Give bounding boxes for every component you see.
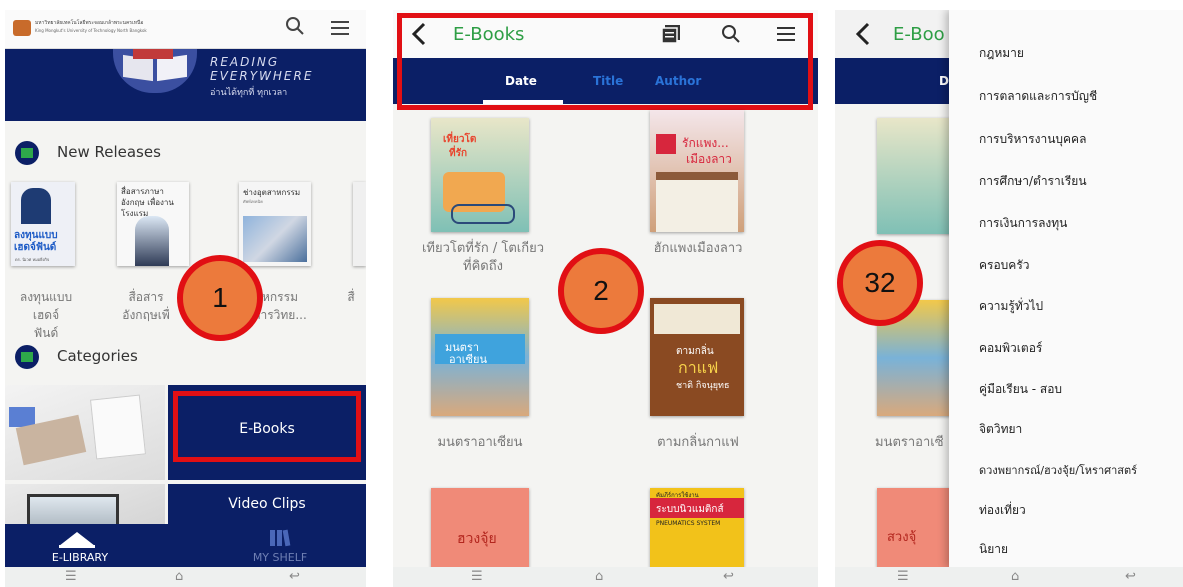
menu-item-hr[interactable]: การบริหารงานบุคคล — [979, 130, 1086, 149]
screen-home: มหาวิทยาลัยเทคโนโลยีพระจอมเกล้าพระนครเหน… — [5, 10, 366, 587]
home-icon[interactable]: ⌂ — [1011, 569, 1019, 584]
logo-text: มหาวิทยาลัยเทคโนโลยีพระจอมเกล้าพระนครเหน… — [35, 20, 144, 26]
highlight-header-tabs — [397, 13, 813, 110]
menu-item-travel[interactable]: ท่องเที่ยว — [979, 501, 1026, 520]
step-marker-1: 1 — [177, 255, 263, 341]
banner-line3: อ่านได้ทุกที่ ทุกเวลา — [210, 88, 288, 98]
book-cover-hedgefund[interactable]: ลงทุนแบบ เฮดจ์ฟันด์ ดร. นิเวศ หมอยิ่งกิจ — [11, 182, 75, 266]
banner-line1: READING — [210, 55, 280, 69]
tab-elibrary[interactable]: E-LIBRARY — [25, 524, 135, 568]
header-title-partial: E-Boo — [893, 24, 945, 45]
category-drawer: กฎหมาย การตลาดและการบัญชี การบริหารงานบุ… — [949, 10, 1183, 568]
home-icon[interactable]: ⌂ — [175, 569, 183, 584]
home-icon[interactable]: ⌂ — [595, 569, 603, 584]
menu-item-exam[interactable]: คู่มือเรียน - สอบ — [979, 380, 1062, 399]
back-icon[interactable]: ↩ — [289, 569, 300, 584]
bottom-tab-bar: E-LIBRARY MY SHELF — [5, 524, 366, 568]
recent-apps-icon[interactable]: ☰ — [897, 569, 909, 584]
recent-apps-icon[interactable]: ☰ — [65, 569, 77, 584]
menu-item-computer[interactable]: คอมพิวเตอร์ — [979, 339, 1042, 358]
university-logo — [13, 20, 31, 36]
book-title-2[interactable]: สื่อสาร อังกฤษเพื่ — [111, 288, 181, 324]
menu-item-family[interactable]: ครอบครัว — [979, 256, 1030, 275]
hamburger-menu-icon[interactable] — [331, 20, 351, 40]
book-title-asean[interactable]: มนตราอาเซียน — [405, 434, 555, 452]
category-image-books[interactable] — [5, 385, 165, 480]
step-marker-2: 2 — [558, 248, 644, 334]
book-cover-tokyo-dim[interactable] — [877, 118, 957, 234]
search-icon[interactable] — [285, 16, 305, 42]
book-cover-coffee[interactable]: ตามกลิ่น กาแฟ ชาติ กิจนุยุทธ — [650, 298, 744, 416]
new-releases-heading: New Releases — [57, 143, 161, 161]
menu-item-novel[interactable]: นิยาย — [979, 540, 1008, 559]
banner-book-illustration — [113, 49, 197, 93]
book-cover-industrial[interactable]: ช่างอุตสาหกรรม ศัพท์เทคนิค — [239, 182, 311, 266]
recent-apps-icon[interactable]: ☰ — [471, 569, 483, 584]
menu-item-general[interactable]: ความรู้ทั่วไป — [979, 297, 1043, 316]
book-title-coffee[interactable]: ตามกลิ่นกาแฟ — [623, 434, 773, 452]
book-cover-pneumatics[interactable]: คัมภีร์การใช้งาน ระบบนิวแมติกส์ PNEUMATI… — [650, 488, 744, 568]
reading-banner[interactable]: READING EVERYWHERE อ่านได้ทุกที่ ทุกเวลา — [5, 49, 366, 121]
book-cover-partial[interactable] — [353, 182, 366, 266]
book-cover-tokyo[interactable]: เที่ยวโต ที่รัก — [431, 118, 529, 232]
categories-heading: Categories — [57, 347, 138, 365]
highlight-ebooks — [173, 391, 361, 462]
book-title-laos[interactable]: ฮักแพงเมืองลาว — [623, 240, 773, 258]
category-video-button[interactable]: Video Clips — [168, 484, 366, 524]
book-cover-fengshui-dim[interactable]: สวงจุ้ — [877, 488, 957, 568]
system-nav-bar: ☰ ⌂ ↩ — [393, 567, 818, 587]
menu-item-finance[interactable]: การเงินการลงทุน — [979, 214, 1067, 233]
book-cover-laos[interactable]: รักแพง... เมืองลาว — [650, 110, 744, 232]
categories-icon — [15, 345, 39, 369]
screen-ebooks-list: E-Books Date Title Author เที่ยวโต ที่รั… — [393, 10, 818, 587]
screen-category-menu: E-Boo Da มนตราอาเซี สวงจุ้ กฎหมาย การตลา… — [835, 10, 1183, 587]
system-nav-bar: ☰ ⌂ ↩ — [5, 567, 366, 587]
e-library-icon — [57, 528, 97, 552]
menu-item-astrology[interactable]: ดวงพยากรณ์/ฮวงจุ้ย/โหราศาสตร์ — [979, 461, 1137, 479]
menu-item-psychology[interactable]: จิตวิทยา — [979, 420, 1022, 439]
new-releases-icon — [15, 141, 39, 165]
step-marker-3: 32 — [837, 240, 923, 326]
menu-item-law[interactable]: กฎหมาย — [979, 44, 1024, 63]
system-nav-bar: ☰ ⌂ ↩ — [835, 567, 1183, 587]
tab-myshelf[interactable]: MY SHELF — [225, 524, 335, 568]
book-cover-fengshui[interactable]: ฮวงจุ้ย — [431, 488, 529, 568]
app-header: มหาวิทยาลัยเทคโนโลยีพระจอมเกล้าพระนครเหน… — [5, 10, 366, 49]
logo-subtext: King Mongkut's University of Technology … — [35, 28, 147, 33]
back-icon[interactable]: ↩ — [1125, 569, 1136, 584]
book-cover-asean[interactable]: มนตรา อาเซียน — [431, 298, 529, 416]
book-cover-hotel-english[interactable]: สื่อสารภาษาอังกฤษ เพื่องานโรงแรม — [117, 182, 189, 266]
book-title-tokyo[interactable]: เทียวโตที่รัก / โตเกียว ที่คิดถึง — [393, 240, 573, 276]
menu-item-education[interactable]: การศึกษา/ตำราเรียน — [979, 172, 1087, 191]
menu-item-marketing[interactable]: การตลาดและการบัญชี — [979, 87, 1097, 106]
book-title-1[interactable]: ลงทุนแบบเฮดจ์ ฟันด์ — [11, 288, 81, 342]
back-icon[interactable]: ↩ — [723, 569, 734, 584]
banner-line2: EVERYWHERE — [210, 69, 314, 83]
shelf-icon — [269, 529, 291, 551]
back-arrow-icon[interactable] — [855, 22, 871, 50]
book-title-4[interactable]: สื่ — [341, 288, 361, 306]
